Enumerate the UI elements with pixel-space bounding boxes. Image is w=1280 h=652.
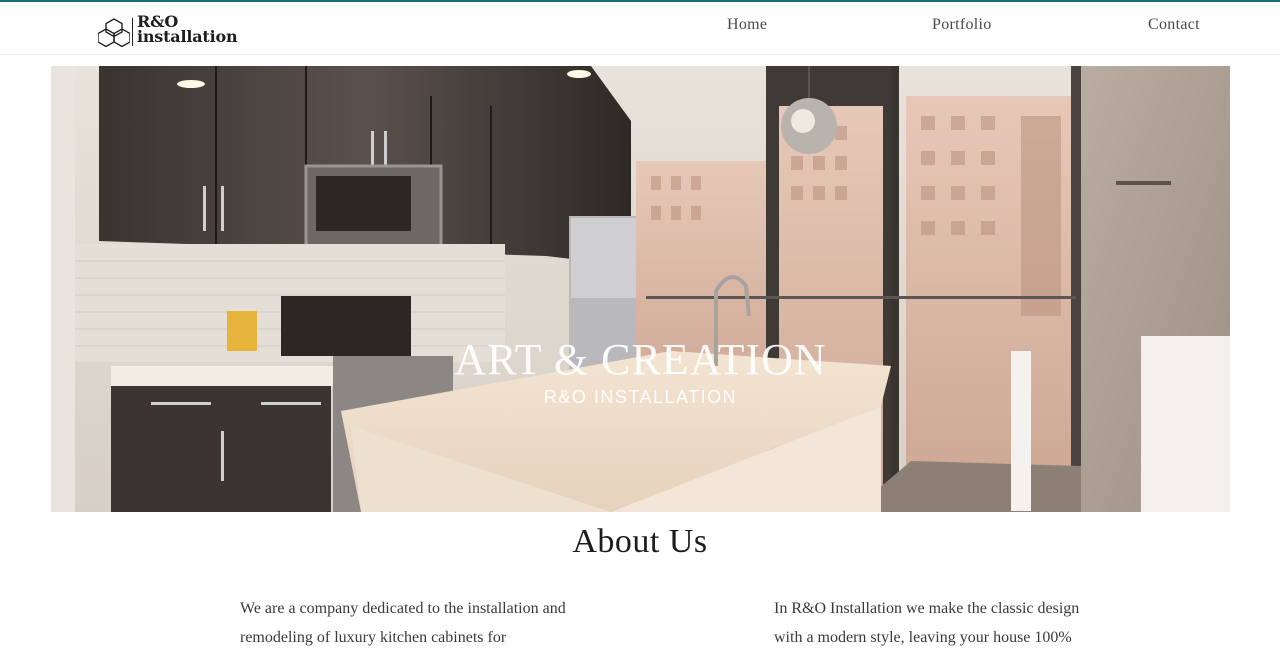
nav-home-link[interactable]: Home (727, 16, 767, 34)
nav-portfolio-link[interactable]: Portfolio (932, 16, 992, 34)
about-heading: About Us (572, 523, 708, 560)
brand-line-2: installation (137, 27, 238, 46)
hero-subtitle: R&O INSTALLATION (543, 387, 738, 407)
logo-divider (132, 18, 133, 46)
brand-logo[interactable]: R&O installation (98, 14, 238, 51)
kitchen-hero-image (51, 66, 1230, 512)
hero-banner: ART & CREATION R&O INSTALLATION (51, 66, 1230, 512)
site-header: R&O installation Home Portfolio Contact (0, 2, 1280, 55)
cube-logo-icon (98, 18, 130, 47)
about-text-right: In R&O Installation we make the classic … (774, 600, 1080, 646)
nav-contact-link[interactable]: Contact (1148, 16, 1200, 34)
hero-title: ART & CREATION (454, 335, 827, 384)
brand-name: R&O installation (137, 14, 238, 46)
about-text-left: We are a company dedicated to the instal… (240, 600, 566, 646)
